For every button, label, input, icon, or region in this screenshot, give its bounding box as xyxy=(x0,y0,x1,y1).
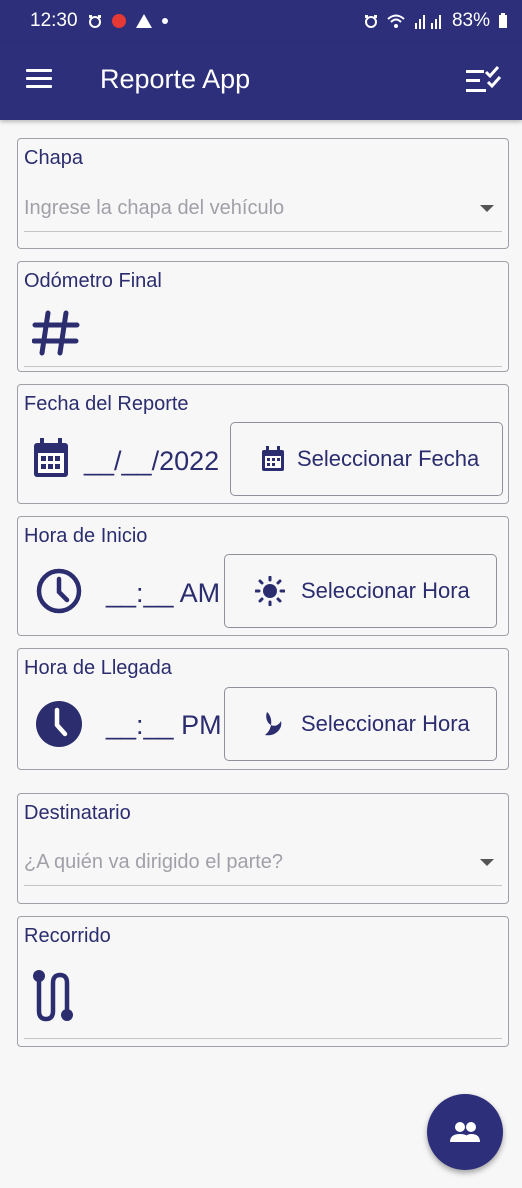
recorrido-underline xyxy=(24,1038,502,1039)
status-bar: 12:30 83% xyxy=(0,0,522,42)
hora-inicio-label: Hora de Inicio xyxy=(24,525,148,547)
fecha-label: Fecha del Reporte xyxy=(24,393,189,415)
select-date-label: Seleccionar Fecha xyxy=(297,446,480,471)
wifi-icon xyxy=(387,14,405,28)
calendar-icon xyxy=(34,438,68,477)
hash-icon xyxy=(32,310,80,356)
destinatario-underline xyxy=(24,885,502,886)
hora-inicio-card: Hora de Inicio __:__ AM Seleccionar Hora xyxy=(17,516,509,636)
fecha-value: __/__/2022 xyxy=(84,446,220,476)
destinatario-dropdown[interactable]: ¿A quién va dirigido el parte? xyxy=(24,851,502,881)
chapa-card: Chapa Ingrese la chapa del vehículo xyxy=(17,138,509,249)
menu-icon-line xyxy=(26,85,52,88)
hora-llegada-label: Hora de Llegada xyxy=(24,657,172,679)
menu-button[interactable] xyxy=(26,69,52,91)
contacts-fab-button[interactable] xyxy=(427,1094,503,1170)
recorrido-card[interactable]: Recorrido xyxy=(17,916,509,1047)
menu-icon xyxy=(26,69,52,72)
warning-icon xyxy=(135,14,152,28)
battery-icon xyxy=(499,13,507,28)
hora-inicio-value: __:__ AM xyxy=(106,578,221,608)
moon-icon xyxy=(265,712,282,736)
select-start-time-button[interactable]: Seleccionar Hora xyxy=(224,554,497,628)
odometro-label: Odómetro Final xyxy=(24,270,162,292)
select-start-time-label: Seleccionar Hora xyxy=(301,578,470,603)
clock-outline-icon xyxy=(36,568,82,614)
fecha-card: Fecha del Reporte __/__/2022 Seleccionar… xyxy=(17,384,509,504)
alarm-icon xyxy=(88,15,101,28)
chapa-placeholder: Ingrese la chapa del vehículo xyxy=(24,197,285,219)
menu-icon-line xyxy=(26,77,52,80)
chapa-underline xyxy=(24,231,502,232)
chevron-down-icon xyxy=(480,859,494,866)
select-end-time-button[interactable]: Seleccionar Hora xyxy=(224,687,497,761)
recorrido-label: Recorrido xyxy=(24,925,111,947)
destinatario-label: Destinatario xyxy=(24,802,131,824)
select-date-button[interactable]: Seleccionar Fecha xyxy=(230,422,503,496)
more-notifications-icon xyxy=(161,18,168,24)
app-title: Reporte App xyxy=(100,64,251,94)
select-end-time-label: Seleccionar Hora xyxy=(301,711,470,736)
chapa-label: Chapa xyxy=(24,147,83,169)
route-icon xyxy=(33,970,73,1022)
destinatario-placeholder: ¿A quién va dirigido el parte? xyxy=(24,851,284,873)
app-bar: Reporte App xyxy=(0,42,522,120)
chapa-dropdown[interactable]: Ingrese la chapa del vehículo xyxy=(24,197,502,227)
destinatario-card: Destinatario ¿A quién va dirigido el par… xyxy=(17,793,509,904)
signal-icon xyxy=(414,15,441,29)
odometro-underline xyxy=(24,366,502,367)
alarm-icon xyxy=(364,15,377,28)
sun-icon xyxy=(255,576,285,606)
status-time: 12:30 xyxy=(30,10,78,31)
notification-alert-icon xyxy=(111,14,126,28)
group-icon xyxy=(450,1122,480,1142)
battery-percent: 83% xyxy=(451,10,490,31)
hora-llegada-value: __:__ PM xyxy=(106,710,222,740)
odometro-card[interactable]: Odómetro Final xyxy=(17,261,509,372)
clock-filled-icon xyxy=(36,701,82,747)
chevron-down-icon xyxy=(480,205,494,212)
hora-llegada-card: Hora de Llegada __:__ PM Seleccionar Hor… xyxy=(17,648,509,770)
calendar-icon xyxy=(262,446,284,471)
checklist-icon[interactable] xyxy=(466,66,502,96)
